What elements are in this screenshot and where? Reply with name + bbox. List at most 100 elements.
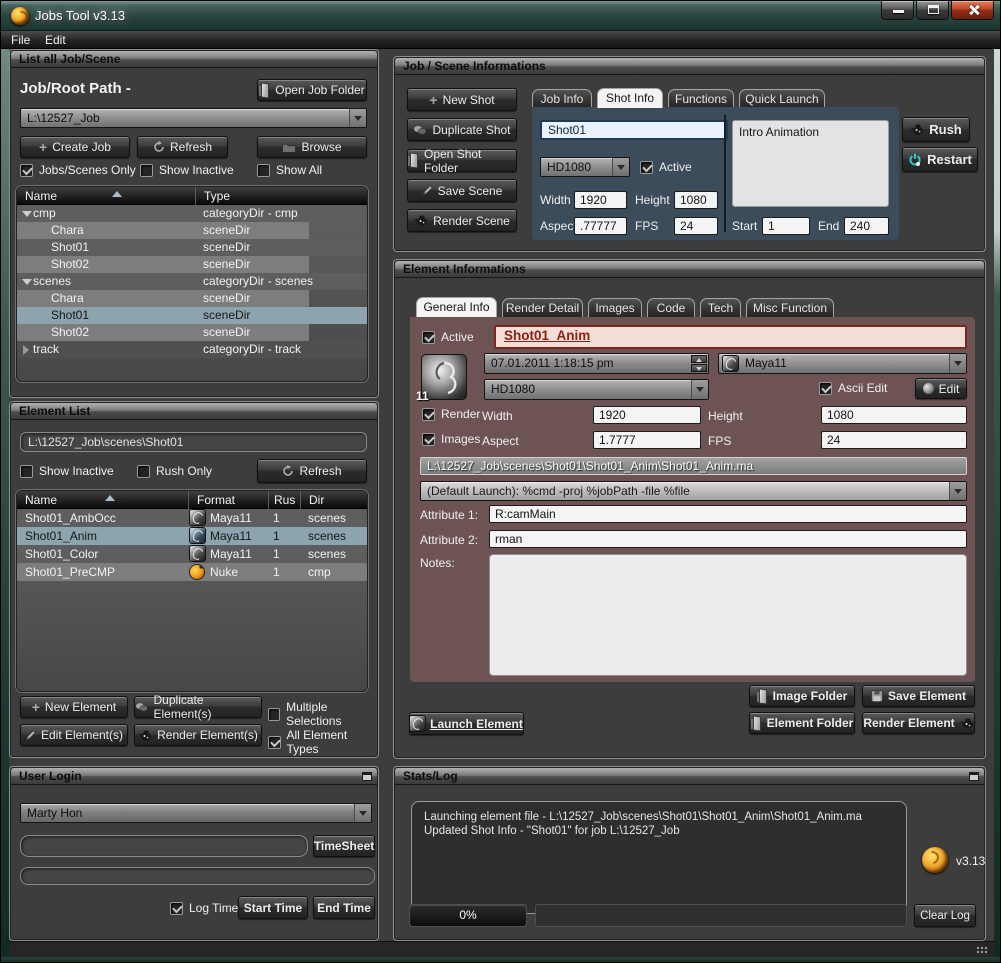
rush-only-checkbox[interactable]: Rush Only: [137, 464, 212, 478]
shot-name-field[interactable]: Shot01: [540, 120, 728, 140]
browse-button[interactable]: Browse: [257, 136, 367, 158]
shot-format-combobox[interactable]: HD1080: [540, 157, 630, 177]
element-row-ambocc[interactable]: Shot01_AmbOcc Maya11 1 scenes: [17, 509, 367, 527]
user-combobox[interactable]: Marty Hon: [20, 803, 372, 823]
tree-row-cmp[interactable]: cmp categoryDir - cmp: [17, 205, 367, 222]
element-path-field[interactable]: L:\12527_Job\scenes\Shot01: [20, 432, 367, 452]
log-output[interactable]: Launching element file - L:\12527_Job\sc…: [411, 801, 907, 914]
shot-active-box[interactable]: [640, 161, 653, 174]
ascii-edit-checkbox[interactable]: Ascii Edit: [819, 381, 887, 395]
rush-button[interactable]: Rush: [902, 117, 970, 142]
element-app-combobox[interactable]: Maya11: [718, 353, 967, 374]
tab-misc-function[interactable]: Misc Function: [746, 298, 834, 317]
render-box[interactable]: [422, 408, 435, 421]
jobs-scenes-only-box[interactable]: [20, 164, 33, 177]
spinner-down-icon[interactable]: [691, 364, 707, 372]
resize-grip[interactable]: [976, 946, 987, 955]
element-date-field[interactable]: 07.01.2011 1:18:15 pm: [484, 353, 709, 374]
open-job-folder-button[interactable]: Open Job Folder: [257, 79, 367, 101]
element-aspect-field[interactable]: 1.7777: [593, 431, 701, 449]
chevron-down-icon[interactable]: [349, 109, 366, 127]
expanded-icon[interactable]: [22, 211, 32, 217]
tab-functions[interactable]: Functions: [668, 89, 734, 108]
minimize-button[interactable]: [881, 1, 914, 20]
column-header-name[interactable]: Name: [17, 491, 188, 509]
element-name-field[interactable]: Shot01_Anim: [494, 325, 967, 349]
attribute2-field[interactable]: rman: [489, 530, 967, 548]
tab-images[interactable]: Images: [588, 298, 642, 317]
jobs-scenes-only-checkbox[interactable]: Jobs/Scenes Only: [20, 163, 136, 177]
restart-button[interactable]: Restart: [902, 147, 978, 172]
time-note-field[interactable]: [20, 867, 375, 885]
shot-aspect-field[interactable]: .77777: [574, 217, 627, 235]
spinner-up-icon[interactable]: [691, 355, 707, 363]
shot-start-field[interactable]: 1: [762, 217, 810, 235]
image-folder-button[interactable]: Image Folder: [749, 685, 855, 707]
tab-job-info[interactable]: Job Info: [532, 89, 592, 108]
images-checkbox[interactable]: Images: [422, 432, 480, 446]
show-inactive-jobs-box[interactable]: [140, 164, 153, 177]
tab-code[interactable]: Code: [647, 298, 695, 317]
element-row-color[interactable]: Shot01_Color Maya11 1 scenes: [17, 545, 367, 563]
duplicate-shot-button[interactable]: Duplicate Shot: [407, 118, 517, 141]
refresh-elements-button[interactable]: Refresh: [257, 459, 367, 483]
create-job-button[interactable]: +Create Job: [20, 136, 130, 158]
element-active-box[interactable]: [422, 331, 435, 344]
rush-only-box[interactable]: [137, 465, 150, 478]
duplicate-elements-button[interactable]: Duplicate Element(s): [134, 696, 262, 718]
render-elements-button[interactable]: Render Element(s): [134, 724, 262, 746]
refresh-jobs-button[interactable]: Refresh: [137, 136, 228, 158]
launch-command-combobox[interactable]: (Default Launch): %cmd -proj %jobPath -f…: [420, 481, 967, 501]
job-path-combobox[interactable]: L:\12527_Job: [20, 108, 367, 128]
log-time-checkbox[interactable]: Log Time: [170, 901, 238, 915]
new-element-button[interactable]: +New Element: [20, 696, 128, 718]
show-all-checkbox[interactable]: Show All: [257, 163, 322, 177]
show-inactive-elements-box[interactable]: [20, 465, 33, 478]
chevron-down-icon[interactable]: [354, 804, 371, 822]
close-button[interactable]: [951, 1, 994, 20]
all-element-types-box[interactable]: [268, 736, 281, 749]
element-height-field[interactable]: 1080: [821, 406, 967, 424]
edit-button[interactable]: Edit: [915, 378, 967, 399]
log-time-box[interactable]: [170, 902, 183, 915]
tab-general-info[interactable]: General Info: [416, 297, 497, 317]
attribute1-field[interactable]: R:camMain: [489, 505, 967, 523]
element-width-field[interactable]: 1920: [593, 406, 701, 424]
new-shot-button[interactable]: +New Shot: [407, 88, 517, 111]
tree-row-chara-scenes[interactable]: Chara sceneDir: [17, 290, 367, 307]
shot-height-field[interactable]: 1080: [674, 191, 718, 209]
shot-end-field[interactable]: 240: [844, 217, 889, 235]
expanded-icon[interactable]: [22, 279, 32, 285]
menu-file[interactable]: File: [5, 32, 36, 48]
tab-render-detail[interactable]: Render Detail: [502, 298, 583, 317]
launch-element-button[interactable]: Launch Element: [409, 712, 524, 735]
ascii-edit-box[interactable]: [819, 382, 832, 395]
show-inactive-jobs-checkbox[interactable]: Show Inactive: [140, 163, 234, 177]
collapsed-icon[interactable]: [23, 345, 29, 355]
column-header-name[interactable]: Name: [17, 187, 195, 205]
edit-elements-button[interactable]: Edit Element(s): [20, 724, 128, 746]
maximize-button[interactable]: [916, 1, 949, 20]
element-active-checkbox[interactable]: Active: [422, 330, 474, 344]
element-fps-field[interactable]: 24: [821, 431, 967, 449]
element-notes-area[interactable]: [489, 554, 967, 676]
end-time-button[interactable]: End Time: [313, 896, 375, 919]
render-scene-button[interactable]: Render Scene: [407, 209, 517, 232]
element-format-combobox[interactable]: HD1080: [484, 379, 709, 400]
element-folder-button[interactable]: Element Folder: [749, 712, 855, 734]
column-header-format[interactable]: Format: [188, 491, 268, 509]
shot-width-field[interactable]: 1920: [574, 191, 627, 209]
chevron-down-icon[interactable]: [949, 354, 966, 373]
shot-notes-area[interactable]: Intro Animation: [732, 120, 889, 207]
chevron-down-icon[interactable]: [612, 158, 629, 176]
tree-row-shot02-scenes[interactable]: Shot02 sceneDir: [17, 324, 367, 341]
tree-row-chara[interactable]: Chara sceneDir: [17, 222, 367, 239]
tab-quick-launch[interactable]: Quick Launch: [739, 89, 825, 108]
start-time-button[interactable]: Start Time: [238, 896, 308, 919]
column-header-rus[interactable]: Rus: [268, 491, 300, 509]
date-spinner[interactable]: [691, 355, 707, 372]
chevron-down-icon[interactable]: [691, 380, 708, 399]
tree-row-shot01[interactable]: Shot01 sceneDir: [17, 239, 367, 256]
tab-shot-info[interactable]: Shot Info: [597, 88, 663, 108]
chevron-down-icon[interactable]: [949, 482, 966, 500]
